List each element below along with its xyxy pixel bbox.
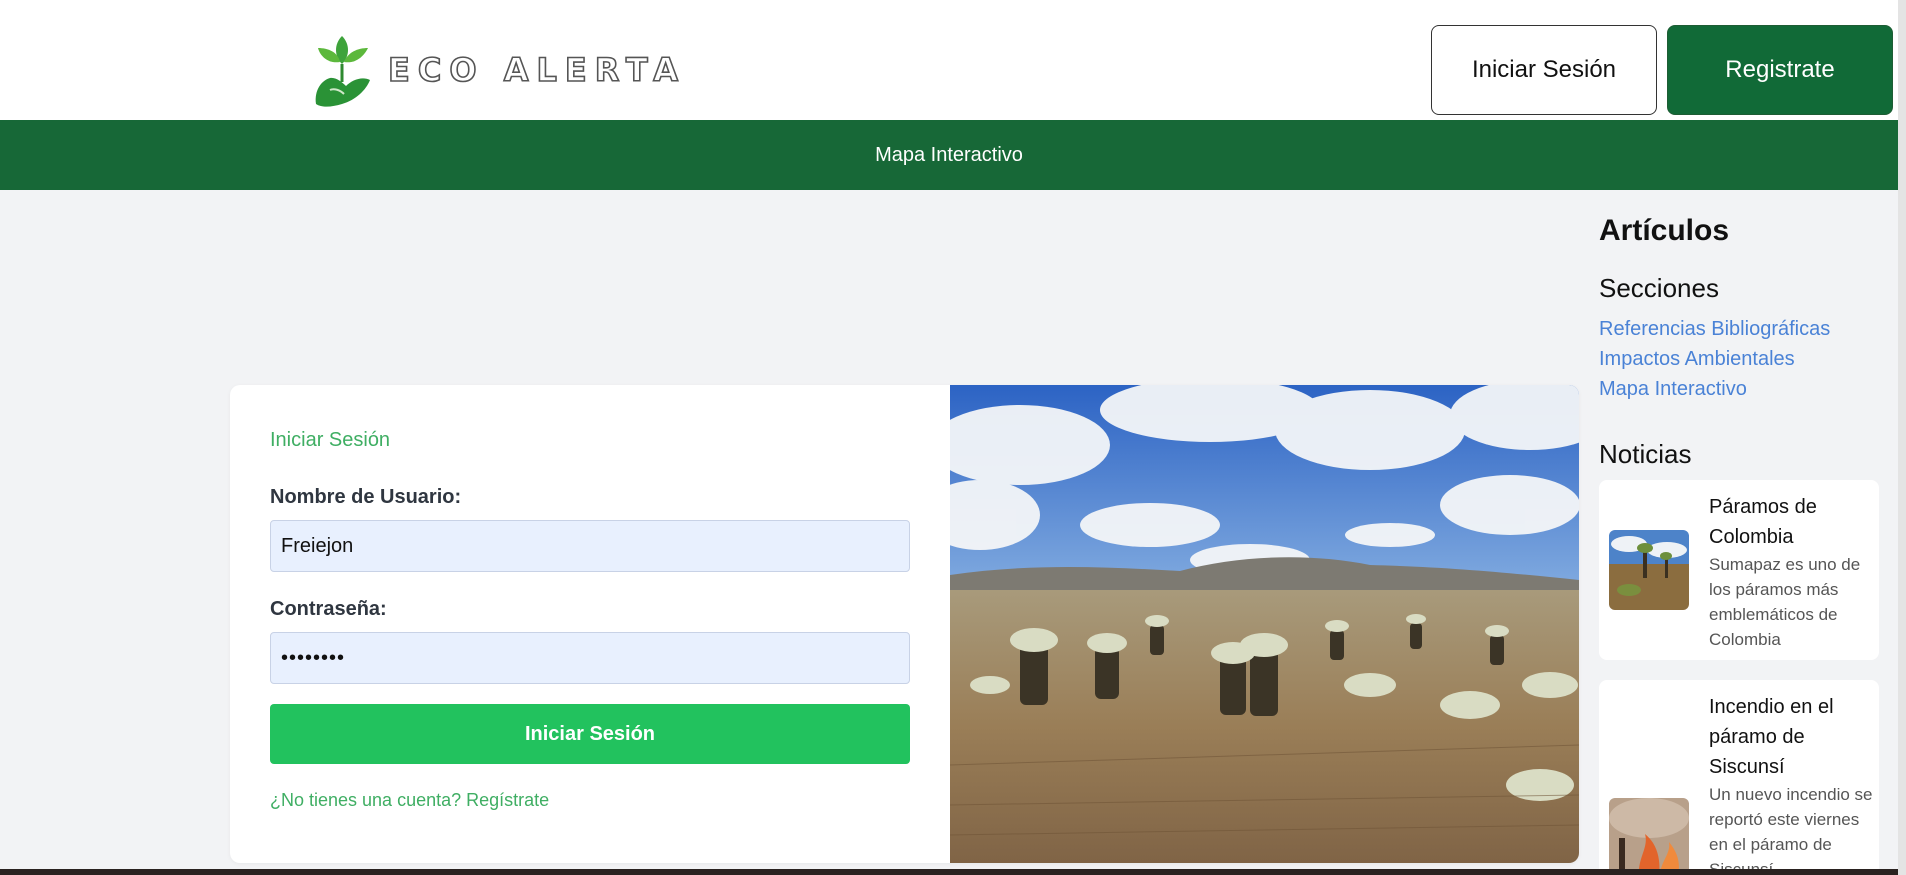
footer-edge [0,869,1898,875]
nav-bar: Mapa Interactivo [0,120,1898,190]
news-thumbnail [1609,798,1689,875]
logo-text: ECO ALERTA [387,50,687,90]
articles-sidebar: Artículos Secciones Referencias Bibliogr… [1599,190,1879,875]
news-heading: Noticias [1599,439,1692,469]
news-card[interactable]: Páramos de Colombia Sumapaz es uno de lo… [1599,480,1879,660]
leaf-hand-icon [315,36,370,107]
username-input[interactable]: Freiejon [270,520,910,572]
paramo-landscape-image [950,385,1579,863]
login-button[interactable]: Iniciar Sesión [1431,25,1657,115]
section-link-referencias[interactable]: Referencias Bibliográficas [1599,318,1830,341]
sidebar-title: Artículos [1599,214,1730,247]
news-title: Incendio en el páramo de Siscunsí [1709,696,1834,778]
username-label: Nombre de Usuario: [270,486,462,508]
logo[interactable]: ECO ALERTA [312,30,686,110]
password-label: Contraseña: [270,598,387,620]
sections-heading: Secciones [1599,273,1719,303]
submit-login-button[interactable]: Iniciar Sesión [270,704,910,764]
password-input[interactable]: •••••••• [270,632,910,684]
section-link-mapa[interactable]: Mapa Interactivo [1599,378,1747,401]
news-description: Sumapaz es uno de los páramos más emblem… [1709,555,1861,649]
news-description: Un nuevo incendio se reportó este vierne… [1709,785,1873,875]
scrollbar[interactable] [1898,0,1906,875]
signup-link[interactable]: ¿No tienes una cuenta? Regístrate [270,790,549,811]
news-thumbnail [1609,530,1689,610]
form-title: Iniciar Sesión [270,429,391,451]
news-title: Páramos de Colombia [1709,496,1817,548]
login-form: Iniciar Sesión Nombre de Usuario: Freiej… [230,385,950,863]
top-header: ECO ALERTA Iniciar Sesión Registrate [0,0,1898,120]
news-card[interactable]: Incendio en el páramo de Siscunsí Un nue… [1599,680,1879,875]
section-link-impactos[interactable]: Impactos Ambientales [1599,348,1795,371]
login-card: Iniciar Sesión Nombre de Usuario: Freiej… [230,385,1579,863]
nav-item-mapa-interactivo[interactable]: Mapa Interactivo [875,144,1023,167]
register-button[interactable]: Registrate [1667,25,1893,115]
